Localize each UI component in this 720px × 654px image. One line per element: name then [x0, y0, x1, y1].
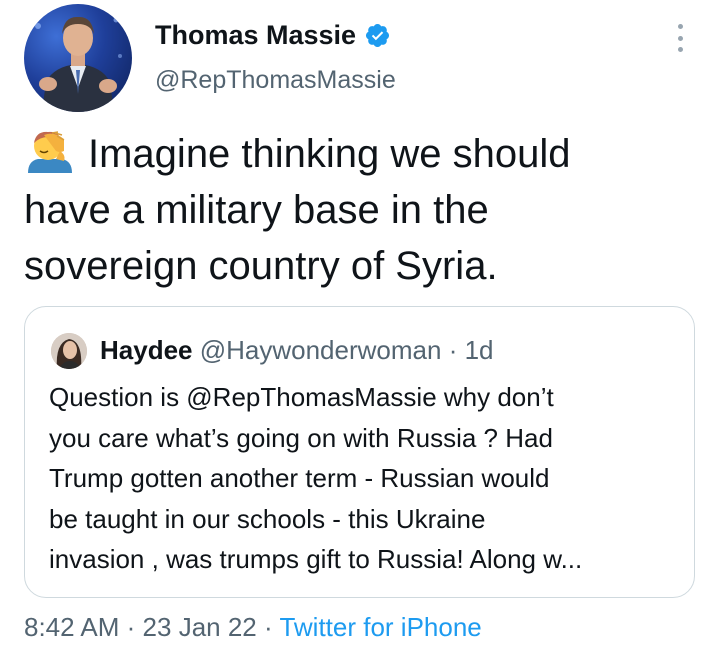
quoted-author-name[interactable]: Haydee — [100, 335, 193, 365]
verified-badge-icon — [366, 23, 390, 48]
tweet-date[interactable]: 23 Jan 22 — [143, 612, 257, 642]
more-dot — [677, 47, 683, 52]
author-avatar[interactable] — [24, 4, 132, 112]
tweet-line: sovereign country of Syria. — [24, 244, 498, 288]
quoted-line: invasion , was trumps gift to Russia! Al… — [49, 544, 583, 574]
quoted-line: Trump gotten another term - Russian woul… — [49, 463, 550, 493]
quoted-tweet-header: Haydee @Haywonderwoman · 1d — [100, 335, 494, 366]
quoted-line: be taught in our schools - this Ukraine — [49, 503, 486, 534]
quoted-tweet-text: Question is @RepThomasMassie why don’t y… — [49, 377, 689, 580]
quoted-author-handle[interactable]: @Haywonderwoman — [200, 335, 442, 365]
quoted-separator: · — [448, 335, 458, 365]
author-display-name[interactable]: Thomas Massie — [155, 20, 391, 51]
meta-separator: · — [264, 612, 273, 642]
quoted-line: Question is @RepThomasMassie why don’t — [49, 382, 554, 412]
more-options-icon[interactable] — [668, 24, 692, 52]
face-palm-emoji-icon — [28, 131, 72, 173]
meta-separator: · — [126, 612, 136, 642]
more-dot — [677, 24, 683, 29]
tweet-line-text: Imagine thinking we should — [88, 132, 571, 176]
tweet-line: have a military base in the — [24, 188, 489, 232]
more-dot — [677, 35, 683, 41]
quoted-author-avatar[interactable] — [51, 333, 87, 369]
tweet-text: Imagine thinking we should have a milita… — [24, 126, 694, 294]
quoted-line: you care what’s going on with Russia ? H… — [49, 422, 553, 453]
tweet-meta: 8:42 AM · 23 Jan 22 · Twitter for iPhone — [24, 612, 482, 643]
author-handle[interactable]: @RepThomasMassie — [155, 66, 396, 95]
author-name-text: Thomas Massie — [155, 20, 357, 50]
tweet-time[interactable]: 8:42 AM — [24, 612, 119, 642]
tweet-source-link[interactable]: Twitter for iPhone — [279, 612, 481, 642]
avatar-photo — [35, 16, 122, 112]
quoted-tweet-card[interactable]: Haydee @Haywonderwoman · 1d Question is … — [24, 306, 695, 598]
quoted-avatar-photo — [51, 333, 87, 369]
tweet-line: Imagine thinking we should — [24, 126, 694, 182]
quoted-tweet-time[interactable]: 1d — [465, 335, 494, 365]
